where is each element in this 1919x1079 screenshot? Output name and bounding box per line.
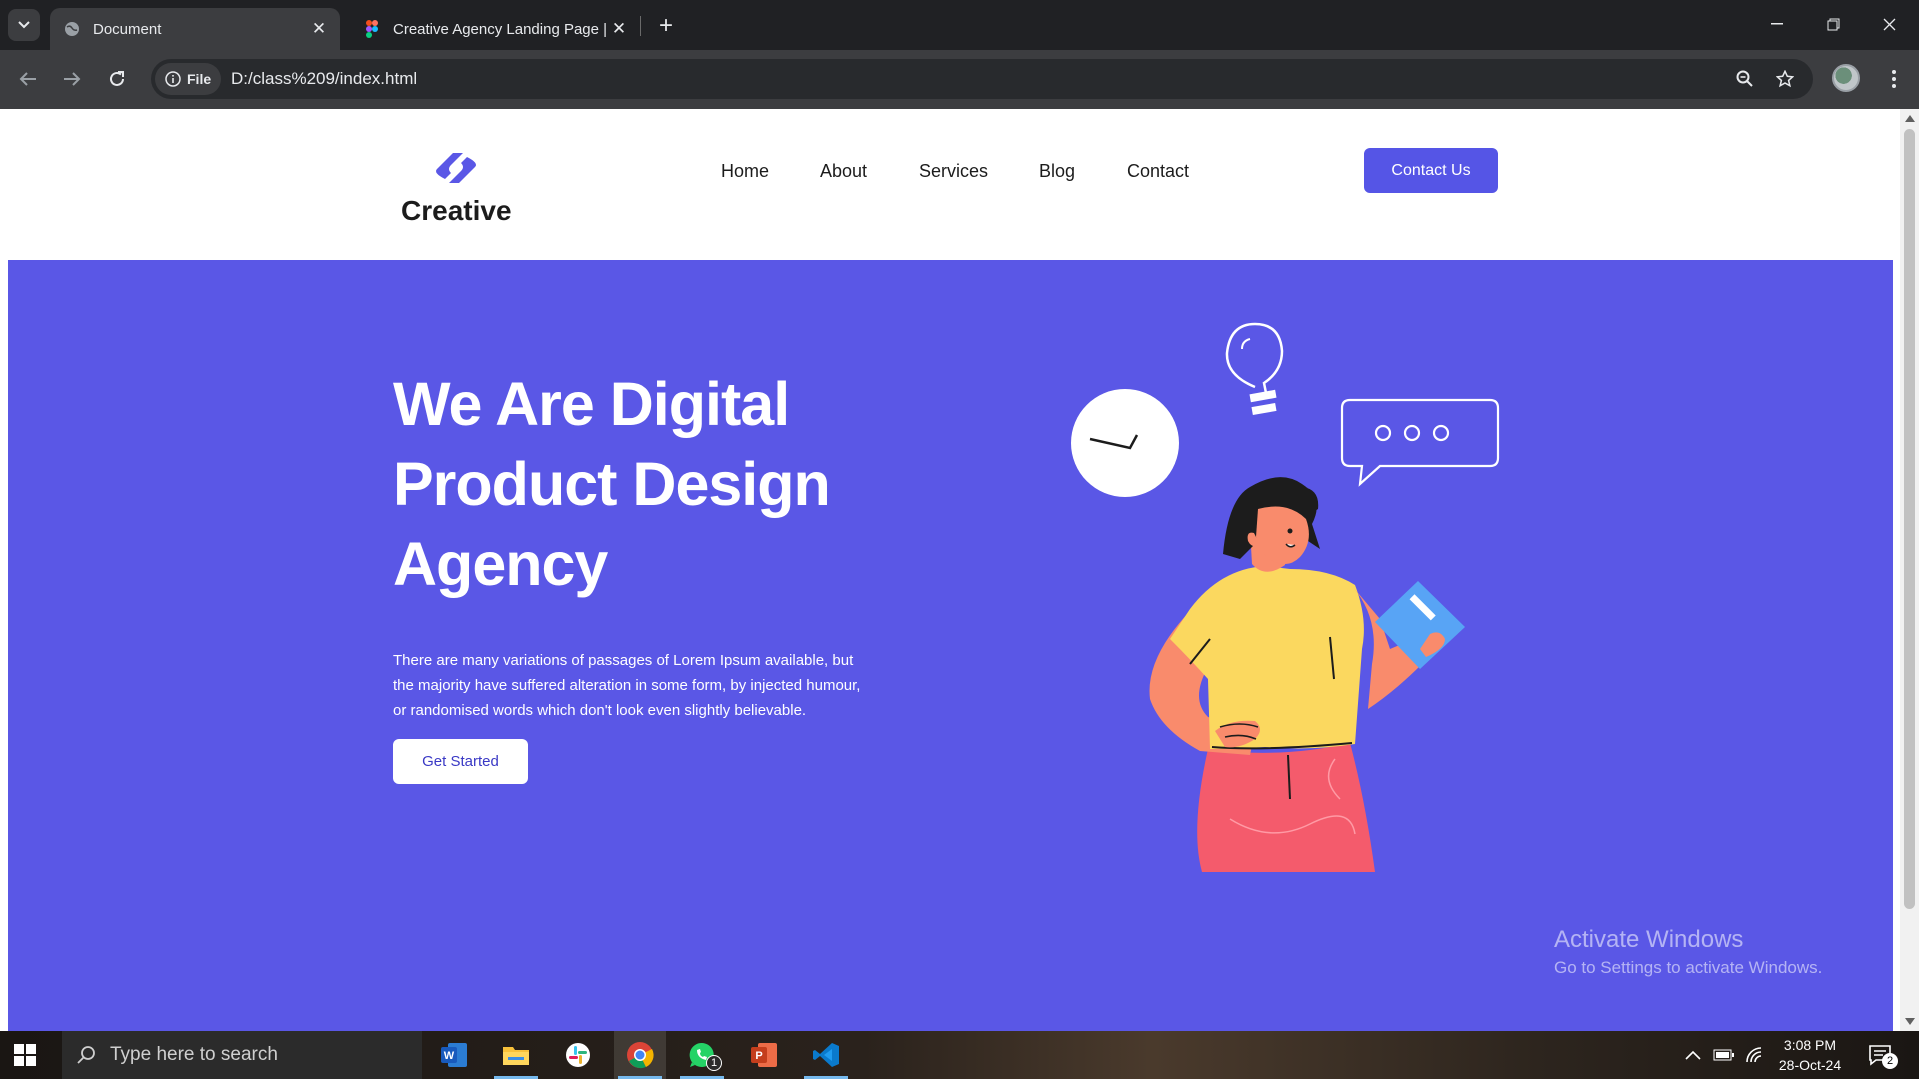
hero-title-line: Product Design <box>393 450 831 518</box>
bookmark-star-icon[interactable] <box>1769 63 1801 95</box>
hero-title-line: Agency <box>393 530 608 598</box>
tab-document[interactable]: Document ✕ <box>50 8 340 50</box>
vscode-taskbar-button[interactable] <box>800 1031 852 1079</box>
forward-arrow-icon <box>64 72 81 86</box>
zoom-icon[interactable] <box>1729 63 1761 95</box>
nav-blog[interactable]: Blog <box>1039 161 1075 182</box>
chevron-down-icon <box>18 21 30 29</box>
battery-icon <box>1713 1049 1734 1061</box>
close-icon[interactable]: ✕ <box>608 18 630 40</box>
new-tab-button[interactable]: + <box>652 12 680 40</box>
back-button[interactable] <box>12 63 44 95</box>
tab-title: Creative Agency Landing Page | <box>393 20 608 38</box>
watermark-title: Activate Windows <box>1554 926 1744 953</box>
minimize-button[interactable] <box>1755 8 1799 40</box>
search-icon <box>77 1046 95 1064</box>
watermark-subtitle: Go to Settings to activate Windows. <box>1554 958 1823 977</box>
search-placeholder: Type here to search <box>110 1044 278 1065</box>
tab-figma[interactable]: Creative Agency Landing Page | ✕ <box>350 8 640 50</box>
contact-us-button[interactable]: Contact Us <box>1364 148 1498 193</box>
file-explorer-icon <box>503 1047 529 1065</box>
battery-status[interactable] <box>1713 1031 1735 1079</box>
hero-description-line: or randomised words which don't look eve… <box>393 702 807 719</box>
clock-time: 3:08 PM <box>1783 1037 1837 1053</box>
logo-text[interactable]: Creative <box>401 195 512 227</box>
whatsapp-badge: 1 <box>706 1055 722 1071</box>
scroll-down-icon[interactable] <box>1905 1018 1915 1025</box>
site-info-label: File <box>187 71 212 87</box>
notification-badge: 2 <box>1882 1053 1898 1069</box>
restore-icon <box>1827 18 1839 30</box>
vscode-icon <box>813 1043 839 1067</box>
hero-description-line: the majority have suffered alteration in… <box>393 677 861 694</box>
taskbar-clock[interactable]: 3:08 PM 28-Oct-24 <box>1768 1035 1852 1075</box>
windows-taskbar: Type here to search W 1 P 3:08 PM 28-Oct… <box>0 1031 1919 1079</box>
hero-description-line: There are many variations of passages of… <box>393 652 854 669</box>
profile-avatar[interactable] <box>1832 64 1860 92</box>
nav-contact[interactable]: Contact <box>1127 161 1189 182</box>
back-arrow-icon <box>19 72 36 86</box>
nav-about[interactable]: About <box>820 161 867 182</box>
minimize-icon <box>1771 23 1783 25</box>
tab-search-button[interactable] <box>8 9 40 41</box>
url-text[interactable]: D:/class%209/index.html <box>231 69 417 89</box>
powerpoint-taskbar-button[interactable]: P <box>738 1031 790 1079</box>
kebab-menu-icon <box>1892 70 1896 88</box>
site-info-chip[interactable]: File <box>155 63 222 95</box>
word-taskbar-button[interactable]: W <box>428 1031 480 1079</box>
close-icon <box>1883 18 1895 30</box>
notification-center[interactable]: 2 <box>1868 1031 1898 1079</box>
page-scrollbar[interactable] <box>1900 109 1919 1031</box>
file-explorer-taskbar-button[interactable] <box>490 1031 542 1079</box>
menu-button[interactable] <box>1878 63 1910 95</box>
globe-icon <box>63 20 81 38</box>
figma-icon <box>363 20 381 38</box>
screen: Document ✕ Creative Agency Landing Page … <box>0 0 1919 1079</box>
word-icon: W <box>441 1043 467 1067</box>
close-window-button[interactable] <box>1867 8 1911 40</box>
network-status[interactable] <box>1745 1031 1765 1079</box>
hero-title-line: We Are Digital <box>393 370 790 438</box>
whatsapp-taskbar-button[interactable]: 1 <box>676 1031 728 1079</box>
activate-windows-watermark: Activate Windows Go to Settings to activ… <box>1554 926 1822 978</box>
hero-illustration <box>1071 322 1500 872</box>
reload-icon <box>110 71 124 86</box>
hero-title: We Are Digital Product Design Agency <box>393 364 953 604</box>
reload-button[interactable] <box>101 63 133 95</box>
slack-taskbar-button[interactable] <box>552 1031 604 1079</box>
svg-text:P: P <box>755 1050 762 1062</box>
clock-date: 28-Oct-24 <box>1778 1057 1842 1073</box>
scroll-up-icon[interactable] <box>1905 115 1915 122</box>
scrollbar-thumb[interactable] <box>1904 129 1915 909</box>
clock-icon <box>1071 389 1179 497</box>
wifi-icon <box>1746 1047 1762 1063</box>
chrome-icon <box>627 1042 654 1069</box>
slack-icon <box>566 1043 590 1067</box>
tab-strip: Document ✕ Creative Agency Landing Page … <box>0 0 1919 50</box>
show-hidden-icons[interactable] <box>1685 1031 1701 1079</box>
close-icon[interactable]: ✕ <box>308 18 330 40</box>
svg-text:W: W <box>444 1050 455 1062</box>
nav-home[interactable]: Home <box>721 161 769 182</box>
address-bar[interactable]: File D:/class%209/index.html <box>151 59 1813 99</box>
creative-logo-icon[interactable] <box>431 147 481 189</box>
tab-title: Document <box>93 20 162 38</box>
speech-bubble-icon <box>1340 398 1500 487</box>
taskbar-search-box[interactable]: Type here to search <box>62 1031 422 1079</box>
powerpoint-icon: P <box>751 1043 777 1067</box>
get-started-button[interactable]: Get Started <box>393 739 528 784</box>
restore-button[interactable] <box>1811 8 1855 40</box>
lightbulb-icon <box>1225 322 1284 416</box>
browser-toolbar: File D:/class%209/index.html <box>0 50 1919 109</box>
tab-separator <box>640 16 641 36</box>
forward-button[interactable] <box>56 63 88 95</box>
info-icon <box>165 71 181 87</box>
chrome-taskbar-button[interactable] <box>614 1031 666 1079</box>
hero-description: There are many variations of passages of… <box>393 648 903 723</box>
page-viewport: Creative Home About Services Blog Contac… <box>0 109 1900 1031</box>
nav-services[interactable]: Services <box>919 161 988 182</box>
windows-start-icon[interactable] <box>14 1044 36 1066</box>
chevron-up-icon <box>1685 1050 1701 1060</box>
